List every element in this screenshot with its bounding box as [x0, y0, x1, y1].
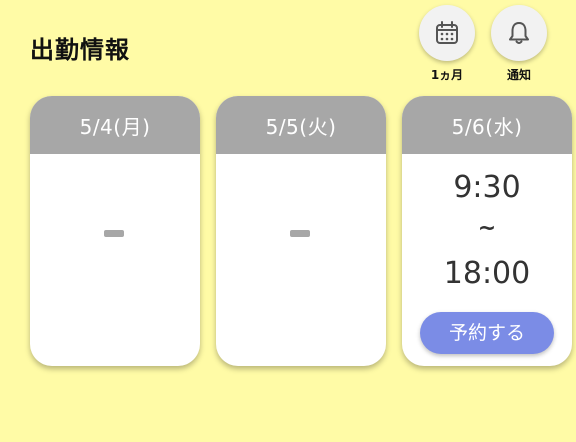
day-card: 5/4(月)	[30, 96, 200, 366]
page: 出勤情報 1ヵ月 通知 5/4(月) 5/5(火) 5/6(水) 9:30 ~ …	[0, 0, 576, 442]
day-card-date: 5/5(火)	[216, 96, 386, 154]
day-card-body	[30, 154, 200, 366]
notification-label: 通知	[506, 68, 531, 82]
day-card: 5/5(火)	[216, 96, 386, 366]
reserve-button[interactable]: 予約する	[420, 312, 554, 354]
no-shift-dash	[290, 230, 310, 237]
page-title: 出勤情報	[30, 36, 130, 64]
day-card: 5/6(水) 9:30 ~ 18:00 予約する	[402, 96, 572, 366]
month-view-button[interactable]	[419, 5, 475, 61]
shift-time-separator: ~	[477, 216, 497, 241]
shift-start-time: 9:30	[453, 170, 521, 205]
shift-end-time: 18:00	[443, 256, 531, 291]
bell-icon	[509, 22, 529, 44]
calendar-icon	[436, 21, 458, 44]
no-shift-dash	[104, 230, 124, 237]
day-card-date: 5/4(月)	[30, 96, 200, 154]
notification-button[interactable]	[491, 5, 547, 61]
month-view-label: 1ヵ月	[430, 68, 464, 82]
day-card-body	[216, 154, 386, 366]
day-card-body: 9:30 ~ 18:00 予約する	[402, 154, 572, 366]
day-card-date: 5/6(水)	[402, 96, 572, 154]
